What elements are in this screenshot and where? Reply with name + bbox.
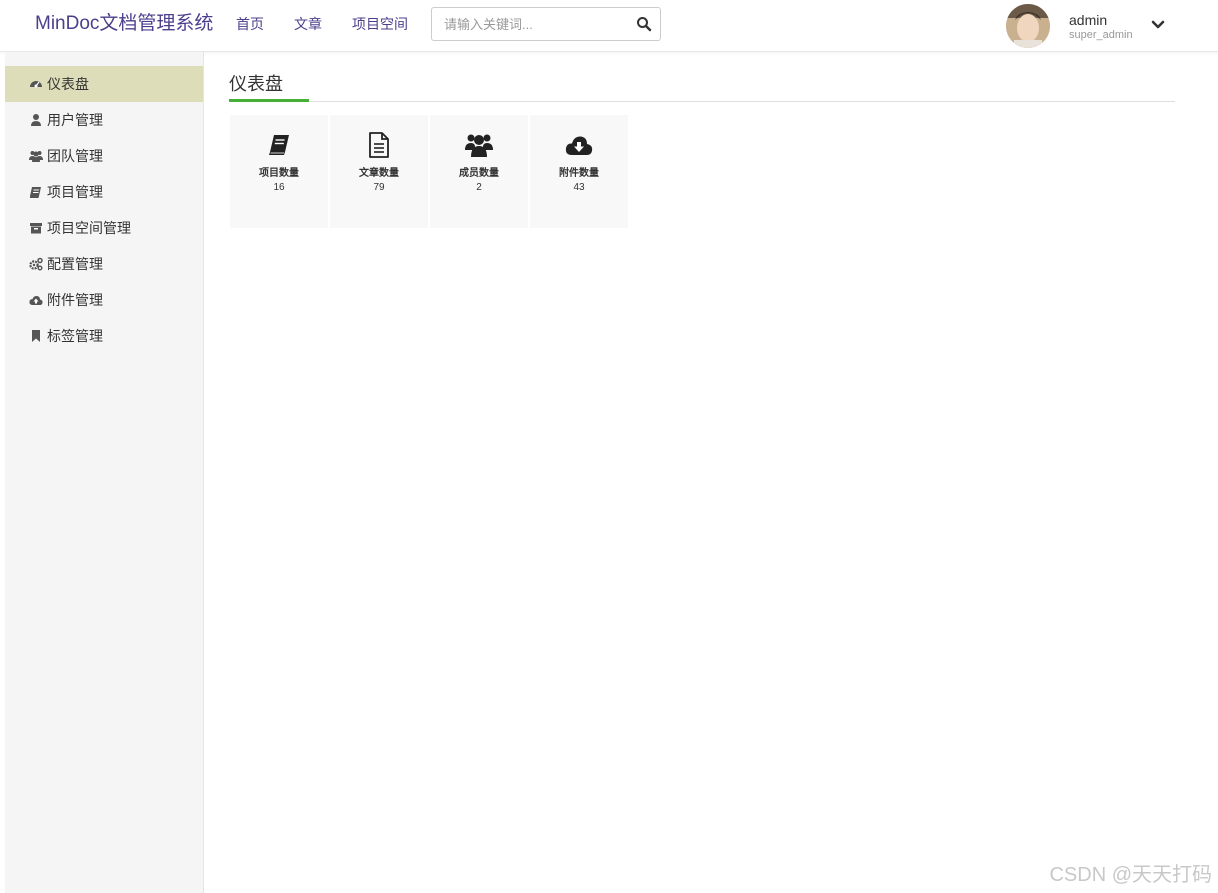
search-box <box>431 7 661 41</box>
nav-articles[interactable]: 文章 <box>294 15 322 33</box>
stat-card-members[interactable]: 成员数量 2 <box>430 115 528 228</box>
stat-value: 16 <box>273 182 285 193</box>
sidebar-item-label: 项目空间管理 <box>47 220 131 236</box>
sidebar-item-dashboard[interactable]: 仪表盘 <box>5 66 203 102</box>
stat-value: 2 <box>476 182 482 193</box>
sidebar-item-label: 项目管理 <box>47 184 103 200</box>
bookmark-icon <box>29 329 43 343</box>
file-text-icon <box>330 129 428 161</box>
stat-label: 成员数量 <box>459 168 499 179</box>
sidebar-item-label: 标签管理 <box>47 328 103 344</box>
stats-cards: 项目数量 16 文章数量 79 成员数量 2 附件数量 43 <box>230 115 628 228</box>
dashboard-icon <box>29 77 43 91</box>
page-title: 仪表盘 <box>229 74 283 94</box>
sidebar-item-label: 用户管理 <box>47 112 103 128</box>
sidebar-item-label: 附件管理 <box>47 292 103 308</box>
stat-card-articles[interactable]: 文章数量 79 <box>330 115 428 228</box>
sidebar-menu: 仪表盘 用户管理 团队管理 项目管理 项目空间管理 配置管理 附件管理 标签管理 <box>5 66 203 354</box>
sidebar-item-project-space[interactable]: 项目空间管理 <box>5 210 203 246</box>
stat-label: 项目数量 <box>259 168 299 179</box>
stat-value: 79 <box>373 182 385 193</box>
brand-logo[interactable]: MinDoc文档管理系统 <box>35 12 213 36</box>
top-navbar: MinDoc文档管理系统 首页 文章 项目空间 admin super_admi… <box>0 0 1218 52</box>
sidebar-item-teams[interactable]: 团队管理 <box>5 138 203 174</box>
search-input[interactable] <box>432 8 632 40</box>
stat-value: 43 <box>573 182 585 193</box>
chevron-down-icon[interactable] <box>1150 17 1166 33</box>
nav-project-space[interactable]: 项目空间 <box>352 15 408 33</box>
sidebar-item-label: 团队管理 <box>47 148 103 164</box>
stat-card-attachments[interactable]: 附件数量 43 <box>530 115 628 228</box>
sidebar-item-label: 仪表盘 <box>47 76 89 92</box>
stat-card-projects[interactable]: 项目数量 16 <box>230 115 328 228</box>
sidebar-item-tags[interactable]: 标签管理 <box>5 318 203 354</box>
book-icon <box>230 129 328 161</box>
gears-icon <box>29 257 43 271</box>
watermark: CSDN @天天打码 <box>1049 864 1212 886</box>
stat-label: 附件数量 <box>559 168 599 179</box>
book-icon <box>29 185 43 199</box>
stat-label: 文章数量 <box>359 168 399 179</box>
sidebar-item-projects[interactable]: 项目管理 <box>5 174 203 210</box>
avatar[interactable] <box>1006 4 1050 48</box>
users-icon <box>29 149 43 163</box>
sidebar: 仪表盘 用户管理 团队管理 项目管理 项目空间管理 配置管理 附件管理 标签管理 <box>5 52 204 893</box>
title-divider <box>229 101 1175 102</box>
cloud-download-icon <box>530 129 628 161</box>
cloud-upload-icon <box>29 293 43 307</box>
sidebar-item-label: 配置管理 <box>47 256 103 272</box>
sidebar-item-users[interactable]: 用户管理 <box>5 102 203 138</box>
sidebar-item-config[interactable]: 配置管理 <box>5 246 203 282</box>
archive-icon <box>29 221 43 235</box>
user-name[interactable]: admin <box>1069 12 1107 28</box>
title-accent-bar <box>229 99 309 102</box>
user-role: super_admin <box>1069 29 1133 41</box>
nav-home[interactable]: 首页 <box>236 15 264 33</box>
user-icon <box>29 113 43 127</box>
users-icon <box>430 129 528 161</box>
sidebar-item-attachments[interactable]: 附件管理 <box>5 282 203 318</box>
search-icon[interactable] <box>636 16 652 32</box>
